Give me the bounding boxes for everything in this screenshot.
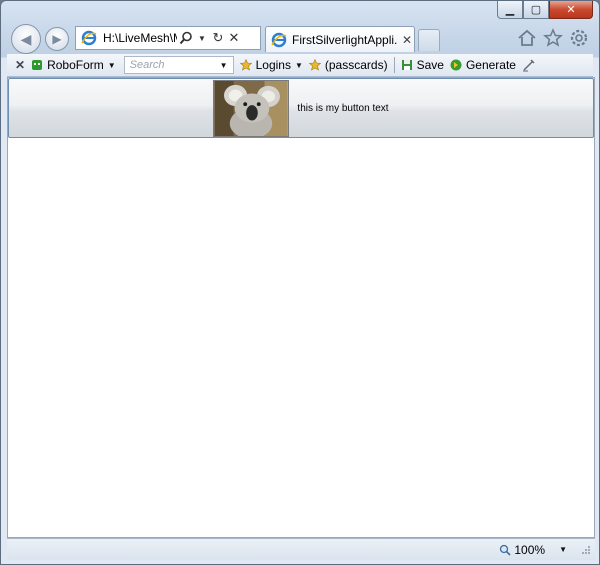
search-dropdown-icon[interactable]: ▼ [220, 61, 228, 70]
logins-label: Logins [255, 58, 291, 72]
silverlight-image-button[interactable]: this is my button text [8, 78, 594, 138]
forward-arrow-icon: ▶ [52, 32, 62, 46]
forward-button[interactable]: ▶ [45, 27, 69, 51]
back-arrow-icon: ◀ [20, 30, 32, 47]
chevron-down-icon: ▼ [107, 60, 116, 70]
caption-buttons: ▁ ▢ ✕ [497, 1, 593, 19]
pen-icon[interactable] [522, 58, 536, 72]
zoom-control[interactable]: 100% ▼ [499, 543, 567, 557]
page-content: this is my button text [7, 77, 595, 538]
passcards-label: (passcards) [324, 58, 388, 72]
roboform-icon [32, 60, 43, 70]
passcards-icon [308, 59, 321, 71]
home-icon[interactable] [515, 26, 539, 50]
toolbar-close-icon[interactable]: ✕ [15, 58, 25, 72]
maximize-button[interactable]: ▢ [523, 1, 549, 19]
chevron-down-icon: ▼ [294, 60, 303, 70]
button-text: this is my button text [297, 102, 389, 114]
chevron-down-icon[interactable]: ▼ [559, 545, 567, 554]
minimize-icon: ▁ [505, 4, 515, 16]
search-icon[interactable] [179, 30, 193, 46]
back-button[interactable]: ◀ [11, 24, 41, 54]
close-window-button[interactable]: ✕ [549, 1, 593, 19]
navigation-bar: ◀ ▶ H:\LiveMesh\M ▼ ↻ ✕ FirstSilverlight… [9, 23, 591, 54]
roboform-toolbar: ✕ RoboForm ▼ Search ▼ Logins ▼ (passcard… [7, 54, 593, 77]
address-value[interactable]: H:\LiveMesh\M [103, 31, 177, 45]
stop-icon[interactable]: ✕ [227, 30, 241, 46]
save-label: Save [416, 58, 444, 72]
ie-icon [271, 32, 287, 47]
refresh-icon[interactable]: ↻ [211, 30, 225, 46]
gear-icon[interactable] [567, 26, 591, 50]
dropdown-arrow-icon[interactable]: ▼ [195, 30, 209, 46]
logins-icon [239, 59, 252, 71]
logins-menu-button[interactable]: Logins ▼ [239, 58, 303, 72]
ie-icon [81, 30, 97, 46]
roboform-label: RoboForm [47, 58, 104, 72]
tab-close-icon[interactable]: ✕ [402, 33, 412, 47]
zoom-level: 100% [514, 542, 546, 557]
tab-title: FirstSilverlightAppli... [292, 32, 398, 47]
generate-label: Generate [465, 58, 516, 72]
koala-image [213, 79, 290, 137]
save-button[interactable]: Save [401, 58, 444, 72]
zoom-icon [500, 544, 511, 556]
browser-tools [515, 26, 591, 50]
generate-icon [450, 59, 462, 71]
close-icon: ✕ [566, 4, 576, 16]
favorites-star-icon[interactable] [541, 26, 565, 50]
toolbar-separator [393, 57, 395, 73]
minimize-button[interactable]: ▁ [497, 1, 523, 19]
roboform-menu-button[interactable]: RoboForm ▼ [31, 58, 116, 72]
resize-grip-icon[interactable] [581, 545, 591, 555]
status-bar: 100% ▼ [7, 538, 595, 560]
search-input[interactable]: Search [123, 56, 234, 74]
generate-button[interactable]: Generate [450, 58, 516, 72]
passcards-button[interactable]: (passcards) [308, 58, 388, 72]
save-icon [401, 60, 412, 70]
maximize-icon: ▢ [530, 4, 542, 16]
tab-first-silverlight-app[interactable]: FirstSilverlightAppli... ✕ [265, 26, 415, 52]
browser-window: ▁ ▢ ✕ ◀ ▶ H:\LiveMesh\M ▼ ↻ ✕ FirstSilve… [0, 0, 600, 565]
new-tab-button[interactable] [418, 29, 440, 51]
address-bar[interactable]: H:\LiveMesh\M ▼ ↻ ✕ [75, 26, 261, 50]
